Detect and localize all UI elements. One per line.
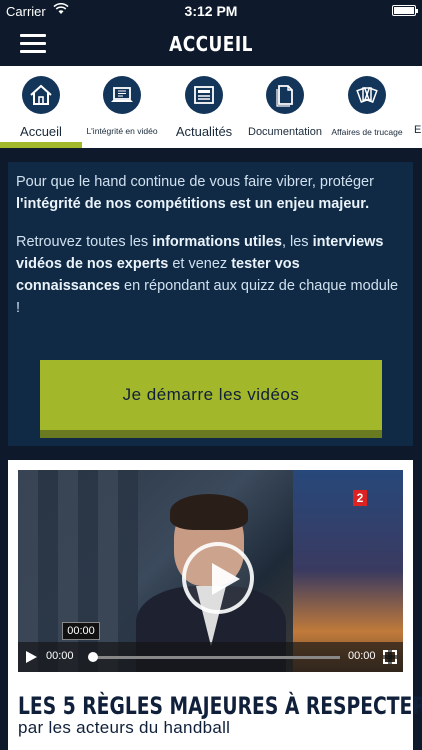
newspaper-icon [185,76,223,114]
video-subtitle: par les acteurs du handball [18,718,231,737]
start-videos-button[interactable]: Je démarre les vidéos [40,360,382,438]
intro-paragraph-2: Retrouvez toutes les informations utiles… [16,234,399,316]
navigation-bar: ACCUEIL [0,22,422,66]
video-card: 2 00:00 00:00 00:00 LES 5 RÈGLES MAJEURE… [8,460,422,750]
current-time: 00:00 [46,650,74,662]
play-overlay-icon[interactable] [182,542,254,614]
intro-paragraph-1: Pour que le hand continue de vous faire … [16,174,374,212]
tab-partial[interactable]: E [414,66,422,148]
document-icon [266,76,304,114]
channel-logo: 2 [353,490,367,506]
status-bar: Carrier 3:12 PM [0,0,422,22]
home-icon [22,76,60,114]
clock: 3:12 PM [184,3,238,19]
fullscreen-icon[interactable] [383,650,397,664]
laptop-icon [103,76,141,114]
time-tooltip: 00:00 [62,622,100,640]
tab-affaires-trucage[interactable]: Affaires de trucage [326,66,408,148]
tab-bar: Accueil L'intégrité en vidéo Actualités … [0,66,422,148]
tab-label: Documentation [248,126,322,138]
video-player[interactable]: 2 00:00 00:00 00:00 [18,470,403,672]
tab-label: L'intégrité en vidéo [86,126,158,136]
play-icon[interactable] [26,651,37,663]
cards-icon [348,76,386,114]
tab-label: Actualités [175,124,233,139]
intro-card: Pour que le hand continue de vous faire … [8,162,413,446]
seek-bar[interactable] [88,652,340,662]
tab-actualites[interactable]: Actualités [162,66,246,148]
tab-accueil[interactable]: Accueil [0,66,82,148]
video-controls: 00:00 00:00 [18,642,403,672]
battery-icon [392,5,418,16]
video-title: LES 5 RÈGLES MAJEURES À RESPECTER [18,692,422,720]
seek-knob[interactable] [88,652,98,662]
tab-documentation[interactable]: Documentation [246,66,324,148]
tab-label: E [414,124,422,136]
tab-label: Affaires de trucage [331,127,403,137]
tab-label: Accueil [20,124,62,139]
page-title: ACCUEIL [169,32,253,56]
main-content: Pour que le hand continue de vous faire … [0,148,422,750]
tab-integrite-video[interactable]: L'intégrité en vidéo [82,66,162,148]
duration: 00:00 [348,650,376,662]
